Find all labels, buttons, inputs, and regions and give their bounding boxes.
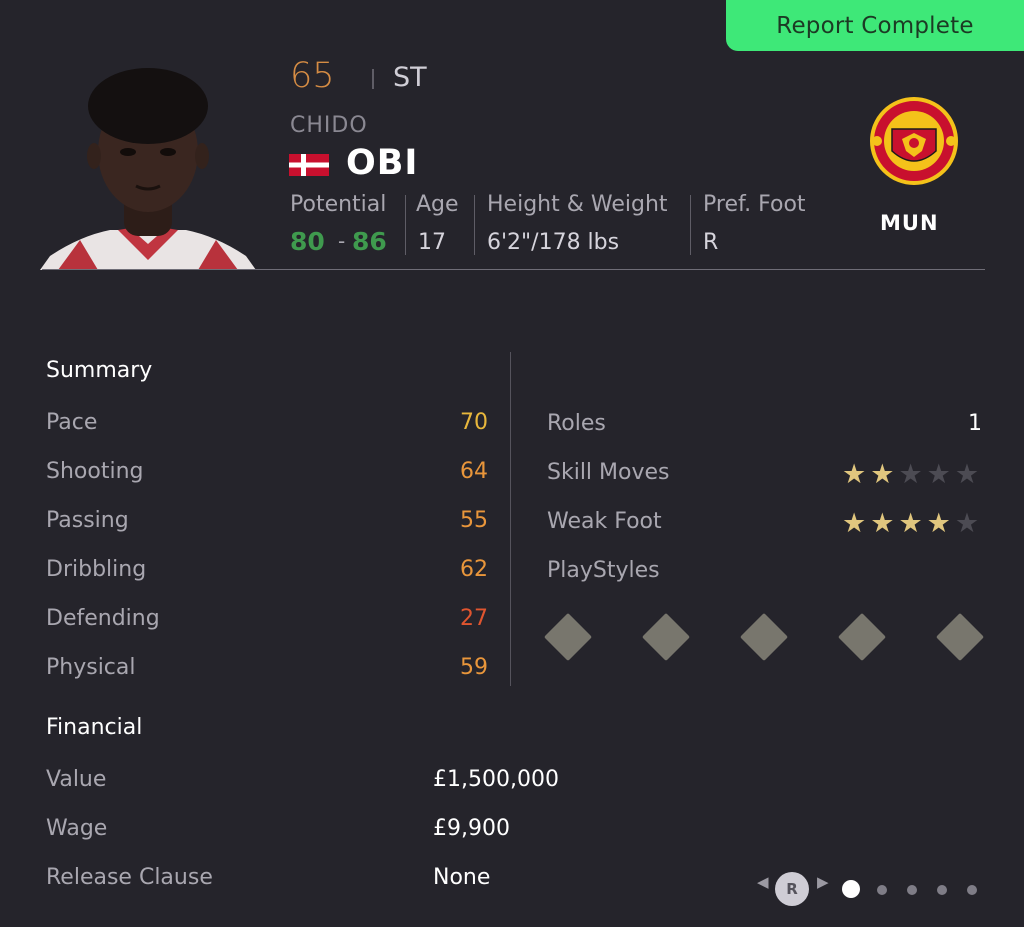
potential-dash: - [338,229,346,253]
playstyle-slot[interactable] [837,612,887,662]
playstyle-slot[interactable] [739,612,789,662]
star-filled-icon: ★ [926,508,951,539]
pref-foot-value: R [703,230,719,255]
overall-rating: 65 [290,56,335,96]
playstyle-slot[interactable] [641,612,691,662]
pager-dot-active[interactable] [842,880,860,898]
roles-value: 1 [968,411,982,436]
pref-foot-label: Pref. Foot [703,192,806,217]
pager-r-button[interactable]: R [775,872,809,906]
financial-value-wage: £9,900 [433,816,510,841]
potential-label: Potential [290,192,387,217]
info-divider [405,195,406,255]
skill-moves-stars: ★ ★ ★ ★ ★ [842,461,979,488]
age-label: Age [416,192,459,217]
potential-high-value: 86 [352,227,387,256]
height-weight-label: Height & Weight [487,192,668,217]
star-empty-icon: ★ [898,459,923,490]
report-complete-banner[interactable]: Report Complete [726,0,1024,51]
financial-label-wage: Wage [46,816,108,841]
weak-foot-stars: ★ ★ ★ ★ ★ [842,510,979,537]
financial-label-value: Value [46,767,107,792]
star-filled-icon: ★ [870,459,895,490]
stat-label-defending: Defending [46,606,160,631]
stat-value-shooting: 64 [460,459,488,484]
player-first-name: CHIDO [290,113,368,138]
pager-dot[interactable] [967,885,977,895]
player-last-name: OBI [346,143,419,183]
summary-title: Summary [46,358,153,383]
star-filled-icon: ★ [842,459,867,490]
star-filled-icon: ★ [898,508,923,539]
stat-label-dribbling: Dribbling [46,557,147,582]
star-filled-icon: ★ [870,508,895,539]
star-empty-icon: ★ [926,459,951,490]
club-crest-icon [870,97,958,185]
star-empty-icon: ★ [954,508,980,539]
stat-label-passing: Passing [46,508,129,533]
height-weight-value: 6'2"/178 lbs [487,230,620,255]
pager-dot[interactable] [907,885,917,895]
playstyle-slot[interactable] [543,612,593,662]
playstyles-label: PlayStyles [547,558,660,583]
star-filled-icon: ★ [842,508,867,539]
financial-label-release-clause: Release Clause [46,865,213,890]
stat-value-pace: 70 [460,410,488,435]
skill-moves-label: Skill Moves [547,460,670,485]
pager-next-icon[interactable]: ▶ [817,873,829,891]
stat-value-passing: 55 [460,508,488,533]
rating-position-divider [372,69,374,89]
stat-label-shooting: Shooting [46,459,144,484]
player-position: ST [393,62,427,93]
player-portrait [40,68,256,270]
denmark-flag-icon [289,154,329,176]
stat-label-pace: Pace [46,410,98,435]
playstyle-slot[interactable] [935,612,985,662]
age-value: 17 [418,230,446,255]
pager-prev-icon[interactable]: ◀ [757,873,769,891]
stat-label-physical: Physical [46,655,136,680]
stat-value-dribbling: 62 [460,557,488,582]
info-divider [474,195,475,255]
roles-label: Roles [547,411,606,436]
financial-value-value: £1,500,000 [433,767,559,792]
weak-foot-label: Weak Foot [547,509,662,534]
financial-title: Financial [46,715,143,740]
header-divider [42,269,985,270]
column-divider [510,352,511,686]
pager-dot[interactable] [937,885,947,895]
club-abbreviation: MUN [880,211,939,235]
star-empty-icon: ★ [954,459,980,490]
financial-value-release-clause: None [433,865,491,890]
stat-value-defending: 27 [460,606,488,631]
info-divider [690,195,691,255]
potential-low-value: 80 [290,227,325,256]
pager-dot[interactable] [877,885,887,895]
stat-value-physical: 59 [460,655,488,680]
